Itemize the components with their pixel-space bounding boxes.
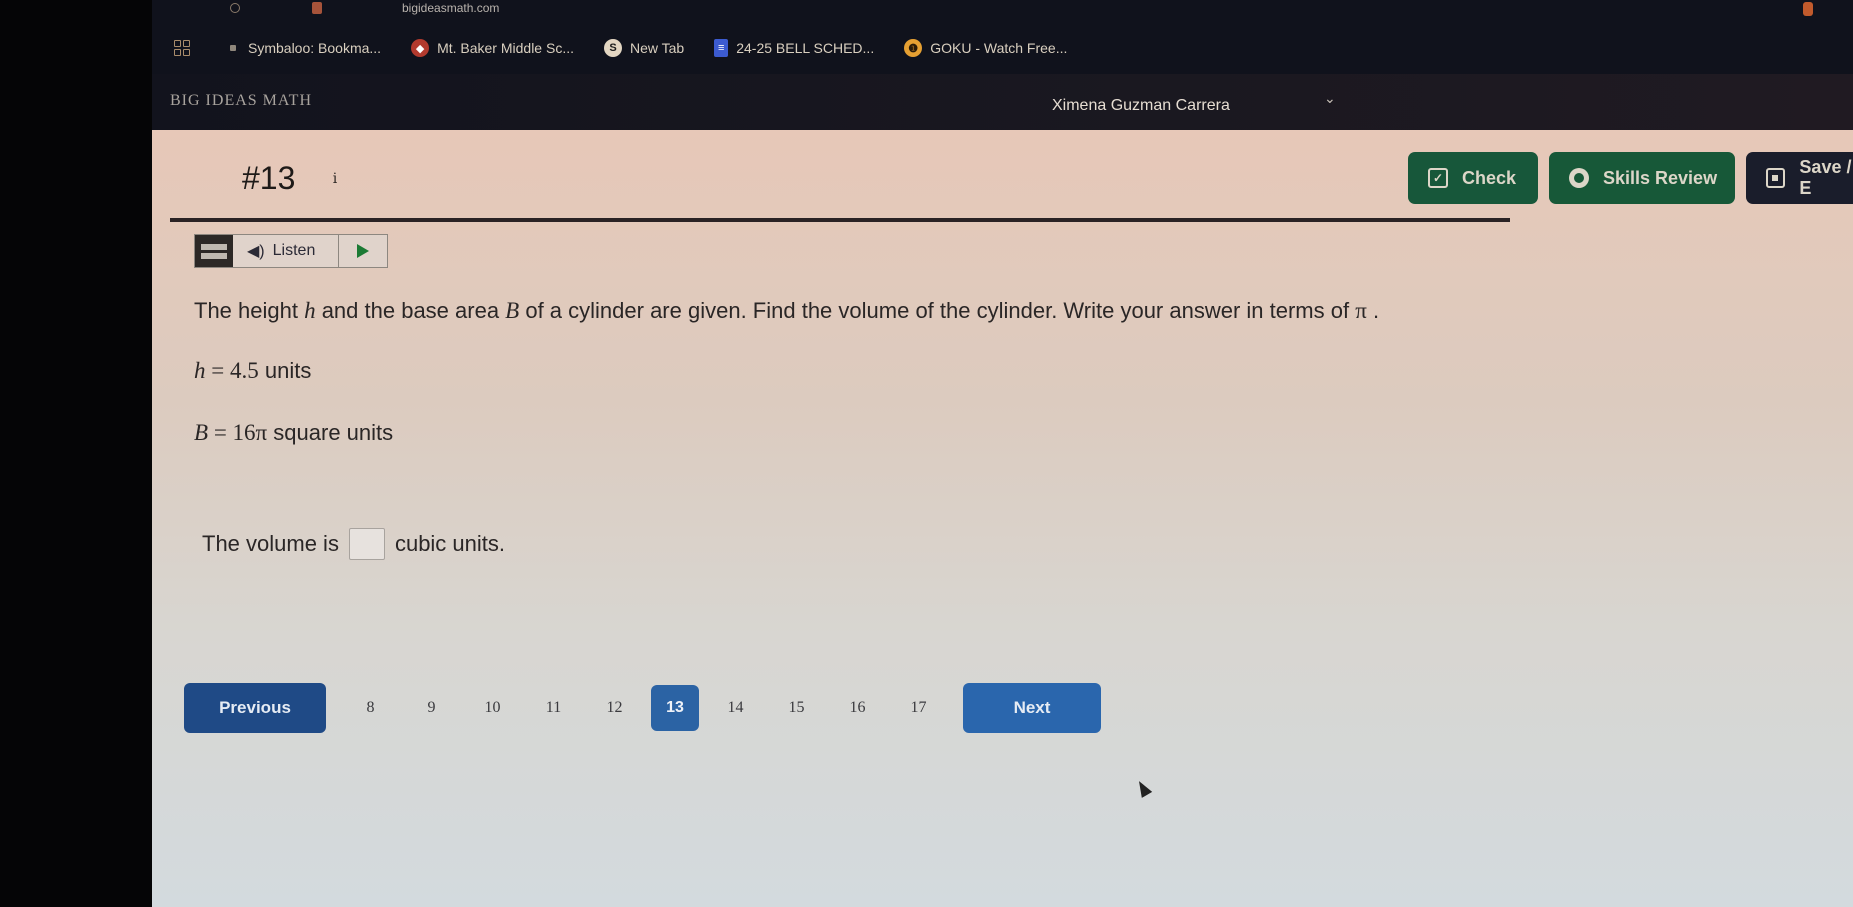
skills-review-label: Skills Review bbox=[1603, 167, 1718, 188]
page-14[interactable]: 14 bbox=[705, 699, 766, 717]
question-number: #13 bbox=[242, 160, 296, 196]
prompt-text: of a cylinder are given. Find the volume… bbox=[519, 298, 1356, 323]
check-button[interactable]: ✓ Check bbox=[1408, 152, 1538, 204]
listen-label: Listen bbox=[272, 242, 316, 259]
var-h: h bbox=[194, 358, 206, 383]
volume-answer-input[interactable] bbox=[348, 528, 385, 560]
app-header: BIG IDEAS MATH Ximena Guzman Carrera ⌄ bbox=[152, 74, 1853, 130]
height-value: 4.5 bbox=[229, 358, 259, 383]
page-8[interactable]: 8 bbox=[340, 699, 401, 717]
bookmark-new-tab[interactable]: S New Tab bbox=[604, 39, 684, 57]
page-17[interactable]: 17 bbox=[888, 699, 949, 717]
page-13-current[interactable]: 13 bbox=[651, 685, 699, 731]
prompt-text: . bbox=[1366, 298, 1380, 323]
bookmark-goku[interactable]: ❶ GOKU - Watch Free... bbox=[904, 39, 1067, 57]
page-11[interactable]: 11 bbox=[523, 699, 584, 717]
page-10[interactable]: 10 bbox=[462, 699, 523, 717]
play-button[interactable] bbox=[339, 235, 387, 267]
bookmark-bell-schedule[interactable]: ≡ 24-25 BELL SCHED... bbox=[714, 39, 874, 57]
reload-icon[interactable] bbox=[230, 3, 240, 13]
menu-button[interactable] bbox=[195, 235, 233, 267]
page-9[interactable]: 9 bbox=[401, 699, 462, 717]
check-label: Check bbox=[1462, 167, 1517, 188]
save-button[interactable]: Save / E bbox=[1746, 152, 1853, 204]
checkbox-icon: ✓ bbox=[1428, 168, 1448, 188]
base-area-value: 16π bbox=[232, 420, 268, 445]
save-icon bbox=[1766, 168, 1786, 188]
bookmark-label: Mt. Baker Middle Sc... bbox=[437, 40, 574, 56]
prompt-text: and the base area bbox=[315, 298, 506, 323]
previous-button[interactable]: Previous bbox=[184, 683, 326, 733]
symbaloo-icon bbox=[230, 45, 236, 51]
extension-icon[interactable] bbox=[1803, 2, 1813, 16]
user-name[interactable]: Ximena Guzman Carrera bbox=[1052, 97, 1230, 115]
url-text[interactable]: bigideasmath.com bbox=[402, 1, 499, 15]
next-button[interactable]: Next bbox=[963, 683, 1101, 733]
school-icon: ◆ bbox=[411, 39, 430, 57]
save-label: Save / E bbox=[1799, 157, 1852, 198]
goku-icon: ❶ bbox=[904, 39, 923, 57]
play-icon bbox=[357, 244, 369, 258]
var-h: h bbox=[304, 298, 316, 323]
var-b: B bbox=[505, 298, 520, 323]
question-prompt: The height h and the base area B of a cy… bbox=[194, 298, 1379, 324]
var-b: B bbox=[194, 420, 209, 445]
equals: = bbox=[208, 420, 233, 445]
page-12[interactable]: 12 bbox=[584, 699, 645, 717]
lifebuoy-icon bbox=[1569, 168, 1589, 188]
page-15[interactable]: 15 bbox=[766, 699, 827, 717]
pi-symbol: π bbox=[1355, 298, 1367, 323]
given-height: h = 4.5 units bbox=[194, 358, 311, 384]
speaker-icon: ◀) bbox=[247, 243, 265, 260]
answer-prefix: The volume is bbox=[202, 531, 339, 556]
answer-line: The volume is cubic units. bbox=[202, 528, 505, 560]
unit-label: square units bbox=[267, 420, 394, 445]
prompt-text: The height bbox=[194, 298, 305, 323]
question-panel: #13 i ✓ Check Skills Review Save / E ◀) … bbox=[152, 130, 1853, 907]
given-base-area: B = 16π square units bbox=[194, 420, 393, 446]
site-icon bbox=[312, 2, 322, 14]
mouse-cursor-icon bbox=[1133, 778, 1153, 798]
doc-icon: ≡ bbox=[714, 39, 729, 57]
bookmark-mt-baker[interactable]: ◆ Mt. Baker Middle Sc... bbox=[411, 39, 574, 57]
bookmark-label: GOKU - Watch Free... bbox=[930, 40, 1068, 56]
chevron-down-icon[interactable]: ⌄ bbox=[1324, 90, 1336, 107]
screen-bezel bbox=[0, 0, 152, 907]
address-bar[interactable]: bigideasmath.com bbox=[152, 0, 1853, 22]
unit-label: units bbox=[258, 358, 312, 383]
progress-divider bbox=[170, 218, 1510, 222]
bookmark-label: Symbaloo: Bookma... bbox=[248, 40, 382, 56]
listen-button[interactable]: ◀) Listen bbox=[233, 235, 339, 267]
page-16[interactable]: 16 bbox=[827, 699, 888, 717]
info-icon[interactable]: i bbox=[324, 168, 346, 190]
brand-logo[interactable]: BIG IDEAS MATH bbox=[170, 92, 312, 110]
apps-grid-icon[interactable] bbox=[174, 40, 190, 56]
bookmark-label: New Tab bbox=[630, 40, 685, 56]
answer-suffix: cubic units. bbox=[394, 531, 506, 556]
equals: = bbox=[205, 358, 230, 383]
bookmark-label: 24-25 BELL SCHED... bbox=[736, 40, 875, 56]
bookmarks-bar: Symbaloo: Bookma... ◆ Mt. Baker Middle Sc… bbox=[152, 22, 1853, 74]
bookmark-symbaloo[interactable]: Symbaloo: Bookma... bbox=[230, 40, 381, 56]
skills-review-button[interactable]: Skills Review bbox=[1549, 152, 1735, 204]
pagination: Previous 8 9 10 11 12 13 14 15 16 17 Nex… bbox=[184, 683, 1101, 733]
listen-toolbar: ◀) Listen bbox=[194, 234, 388, 268]
globe-icon: S bbox=[604, 39, 622, 57]
